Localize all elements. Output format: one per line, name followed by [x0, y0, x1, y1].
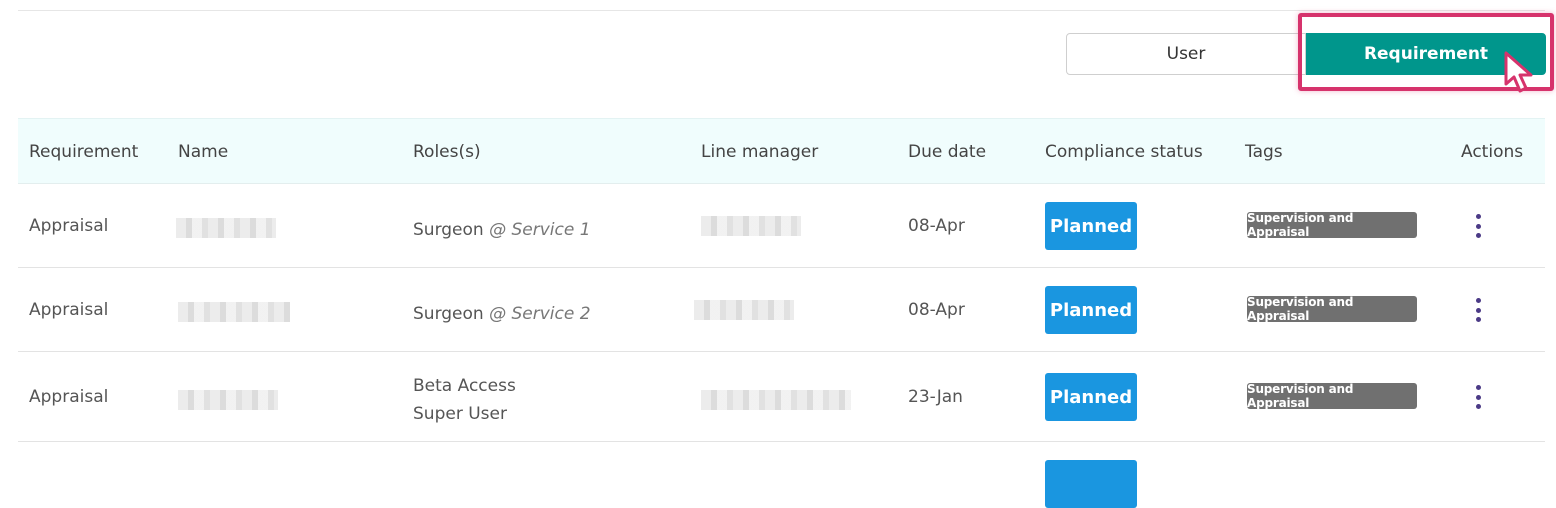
- requirement-cell: Appraisal: [29, 300, 109, 320]
- requirement-cell: Appraisal: [29, 216, 109, 236]
- table-row[interactable]: Appraisal Surgeon @ Service 1 08-Apr Pla…: [18, 184, 1545, 268]
- tag-badge: Supervision and Appraisal: [1247, 295, 1417, 323]
- header-due-date[interactable]: Due date: [908, 119, 986, 185]
- tag-badge: Supervision and Appraisal: [1247, 211, 1417, 239]
- header-roles[interactable]: Roles(s): [413, 119, 481, 185]
- due-date-cell: 23-Jan: [908, 387, 963, 407]
- kebab-menu-icon[interactable]: [1470, 385, 1486, 409]
- header-actions: Actions: [1461, 142, 1524, 162]
- kebab-menu-icon[interactable]: [1470, 214, 1486, 238]
- redacted-name: [176, 218, 276, 238]
- table-row[interactable]: Appraisal Beta Access Super User 23-Jan …: [18, 352, 1545, 442]
- table-header: Requirement Name Roles(s) Line manager D…: [18, 118, 1545, 184]
- kebab-menu-icon[interactable]: [1470, 298, 1486, 322]
- header-requirement[interactable]: Requirement: [29, 119, 138, 185]
- status-badge: Planned: [1045, 373, 1137, 421]
- redacted-line-manager: [694, 300, 794, 320]
- tag-badge: Supervision and Appraisal: [1247, 382, 1417, 410]
- role-cell: Surgeon @ Service 2: [413, 304, 591, 324]
- header-compliance-status[interactable]: Compliance status: [1045, 119, 1203, 185]
- role-cell: Beta Access: [413, 376, 516, 396]
- role-label: Surgeon: [413, 304, 484, 324]
- top-divider: [18, 10, 1545, 11]
- header-tags[interactable]: Tags: [1245, 119, 1283, 185]
- requirement-view-button[interactable]: Requirement: [1306, 33, 1546, 75]
- due-date-cell: 08-Apr: [908, 300, 965, 320]
- table-row[interactable]: [18, 442, 1545, 508]
- requirement-cell: Appraisal: [29, 387, 109, 407]
- header-line-manager[interactable]: Line manager: [701, 119, 818, 185]
- view-toggle: User Requirement: [1066, 33, 1546, 75]
- role-cell: Surgeon @ Service 1: [413, 220, 591, 240]
- role-label: Surgeon: [413, 220, 484, 240]
- header-name[interactable]: Name: [178, 119, 228, 185]
- service-label: @ Service 2: [489, 304, 591, 324]
- redacted-name: [178, 390, 278, 410]
- table-row[interactable]: Appraisal Surgeon @ Service 2 08-Apr Pla…: [18, 268, 1545, 352]
- user-view-button[interactable]: User: [1066, 33, 1306, 75]
- requirements-table: Requirement Name Roles(s) Line manager D…: [18, 118, 1545, 508]
- service-label: @ Service 1: [489, 220, 591, 240]
- redacted-line-manager: [701, 216, 801, 236]
- redacted-name: [178, 302, 290, 322]
- role-cell: Super User: [413, 404, 507, 424]
- due-date-cell: 08-Apr: [908, 216, 965, 236]
- status-badge: [1045, 460, 1137, 508]
- status-badge: Planned: [1045, 202, 1137, 250]
- status-badge: Planned: [1045, 286, 1137, 334]
- redacted-line-manager: [701, 390, 851, 410]
